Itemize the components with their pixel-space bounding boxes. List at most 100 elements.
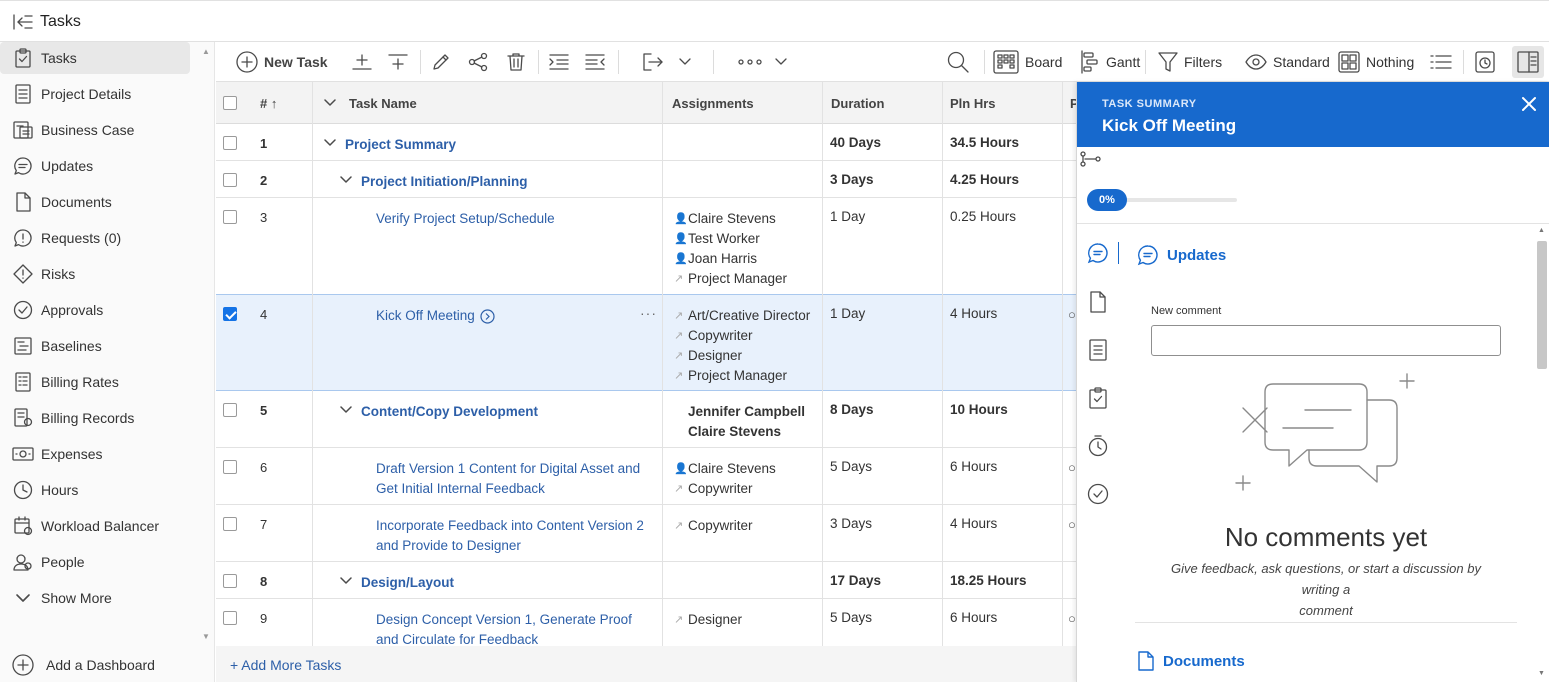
table-row[interactable]: 7 Incorporate Feedback into Content Vers… (216, 505, 1076, 562)
column-header-pln-hrs[interactable]: Pln Hrs (950, 96, 996, 111)
board-view-button[interactable]: Board (993, 50, 1062, 74)
sidebar-item-updates[interactable]: Updates (0, 150, 190, 182)
sidebar-item-billing-rates[interactable]: Billing Rates (0, 366, 190, 398)
row-checkbox[interactable] (223, 611, 237, 625)
assignee-link[interactable]: Designer (688, 610, 742, 630)
task-name-link[interactable]: Project Initiation/Planning (361, 172, 528, 192)
collapse-all-chevron-icon[interactable] (324, 99, 336, 107)
sidebar-item-workload-balancer[interactable]: Workload Balancer (0, 510, 190, 542)
sidebar-item-expenses[interactable]: Expenses (0, 438, 190, 470)
assignee-link[interactable]: Joan Harris (688, 249, 757, 269)
column-header-task-name[interactable]: Task Name (349, 96, 417, 111)
task-name-link[interactable]: Design/Layout (361, 573, 454, 593)
updates-section-title[interactable]: Updates (1137, 244, 1226, 266)
task-hierarchy-icon[interactable] (1080, 151, 1102, 167)
assignee-link[interactable]: Copywriter (688, 516, 753, 536)
sidebar-item-requests[interactable]: Requests (0) (0, 222, 190, 254)
sidebar-item-risks[interactable]: Risks (0, 258, 190, 290)
scrollbar-thumb[interactable] (1537, 241, 1547, 369)
documents-section-title[interactable]: Documents (1137, 651, 1245, 671)
collapse-chevron-icon[interactable] (340, 577, 352, 585)
task-name-link[interactable]: Incorporate Feedback into Content Versio… (376, 516, 644, 556)
table-row[interactable]: 3 Verify Project Setup/Schedule 👤 Claire … (216, 198, 1076, 295)
collapse-sidebar-icon[interactable] (13, 13, 33, 31)
row-checkbox[interactable] (223, 403, 237, 417)
progress-indicator[interactable]: 0% (1087, 189, 1239, 211)
panel-scrollbar[interactable]: ▲ ▼ (1535, 227, 1547, 682)
assignee-link[interactable]: Copywriter (688, 479, 753, 499)
sidebar-item-billing-records[interactable]: Billing Records (0, 402, 190, 434)
assignee-link[interactable]: Test Worker (688, 229, 760, 249)
assignee-link[interactable]: Designer (688, 346, 742, 366)
row-checkbox[interactable] (223, 460, 237, 474)
gantt-view-button[interactable]: Gantt (1080, 50, 1140, 74)
sidebar-item-project-details[interactable]: Project Details (0, 78, 190, 110)
assignee-link[interactable]: Claire Stevens (688, 459, 776, 479)
predecessor-icon[interactable]: ○ (1068, 517, 1076, 532)
standard-view-button[interactable]: Standard (1245, 50, 1330, 74)
sidebar-item-people[interactable]: People (0, 546, 190, 578)
sidebar-item-tasks[interactable]: Tasks (0, 42, 190, 74)
scroll-up-icon[interactable]: ▲ (1538, 227, 1545, 234)
delete-trash-icon[interactable] (506, 50, 526, 74)
collapse-chevron-icon[interactable] (324, 139, 336, 147)
list-settings-icon[interactable] (1430, 50, 1452, 74)
filters-button[interactable]: Filters (1158, 50, 1222, 74)
row-more-icon[interactable]: ··· (640, 305, 657, 321)
task-name-link[interactable]: Content/Copy Development (361, 402, 538, 422)
table-row[interactable]: 9 Design Concept Version 1, Generate Pro… (216, 599, 1076, 646)
search-icon[interactable] (946, 50, 970, 74)
more-dropdown-chevron-icon[interactable] (774, 50, 788, 74)
table-row-selected[interactable]: 4 Kick Off Meeting ··· ↗ Art/Creative Dir… (216, 294, 1076, 391)
documents-rail-icon[interactable] (1087, 291, 1109, 313)
task-name-link[interactable]: Draft Version 1 Content for Digital Asse… (376, 459, 640, 499)
share-icon[interactable] (468, 50, 488, 74)
table-row[interactable]: 8 Design/Layout 17 Days 18.25 Hours (216, 562, 1076, 599)
row-checkbox[interactable] (223, 307, 237, 321)
panel-title[interactable]: Kick Off Meeting (1102, 116, 1236, 136)
task-name-link[interactable]: Verify Project Setup/Schedule (376, 209, 555, 229)
column-header-number[interactable]: # ↑ (260, 96, 277, 111)
row-checkbox[interactable] (223, 517, 237, 531)
updates-rail-icon[interactable] (1087, 242, 1109, 264)
edit-pencil-icon[interactable] (431, 50, 451, 74)
subtasks-rail-icon[interactable] (1087, 387, 1109, 409)
column-header-duration[interactable]: Duration (831, 96, 884, 111)
assignee-link[interactable]: Art/Creative Director (688, 306, 810, 326)
outdent-icon[interactable] (584, 50, 606, 74)
sidebar-item-approvals[interactable]: Approvals (0, 294, 190, 326)
assignee-link[interactable]: Claire Stevens (688, 422, 781, 442)
move-task-icon[interactable] (642, 50, 664, 74)
assignee-link[interactable]: Copywriter (688, 326, 753, 346)
more-options-icon[interactable] (738, 50, 762, 74)
predecessor-icon[interactable]: ○ (1068, 460, 1076, 475)
sidebar-item-show-more[interactable]: Show More (0, 582, 190, 614)
collapse-chevron-icon[interactable] (340, 406, 352, 414)
column-header-assignments[interactable]: Assignments (672, 96, 754, 111)
task-name-link[interactable]: Kick Off Meeting (376, 306, 495, 326)
move-dropdown-chevron-icon[interactable] (678, 50, 692, 74)
new-task-button[interactable]: New Task (236, 50, 328, 74)
open-summary-arrow-icon[interactable] (480, 308, 495, 324)
row-checkbox[interactable] (223, 173, 237, 187)
approvals-rail-icon[interactable] (1087, 483, 1109, 505)
select-all-checkbox[interactable] (223, 96, 237, 110)
close-icon[interactable] (1520, 95, 1538, 113)
task-name-link[interactable]: Design Concept Version 1, Generate Proof… (376, 610, 632, 646)
table-row[interactable]: 2 Project Initiation/Planning 3 Days 4.2… (216, 161, 1076, 198)
assignee-link[interactable]: Project Manager (688, 366, 787, 386)
timeline-clock-icon[interactable] (1475, 50, 1495, 74)
grouping-nothing-button[interactable]: Nothing (1338, 50, 1414, 74)
row-checkbox[interactable] (223, 210, 237, 224)
toggle-summary-panel-icon[interactable] (1512, 46, 1544, 78)
predecessor-icon[interactable]: ○ (1068, 611, 1076, 626)
predecessor-icon[interactable]: ○ (1068, 307, 1076, 322)
task-name-link[interactable]: Project Summary (345, 135, 456, 155)
sidebar-scroll-down-icon[interactable]: ▼ (202, 632, 210, 641)
insert-task-below-icon[interactable] (352, 50, 372, 74)
details-rail-icon[interactable] (1087, 339, 1109, 361)
table-row[interactable]: 5 Content/Copy Development Jennifer Camp… (216, 391, 1076, 448)
row-checkbox[interactable] (223, 574, 237, 588)
assignee-link[interactable]: Claire Stevens (688, 209, 776, 229)
row-checkbox[interactable] (223, 136, 237, 150)
